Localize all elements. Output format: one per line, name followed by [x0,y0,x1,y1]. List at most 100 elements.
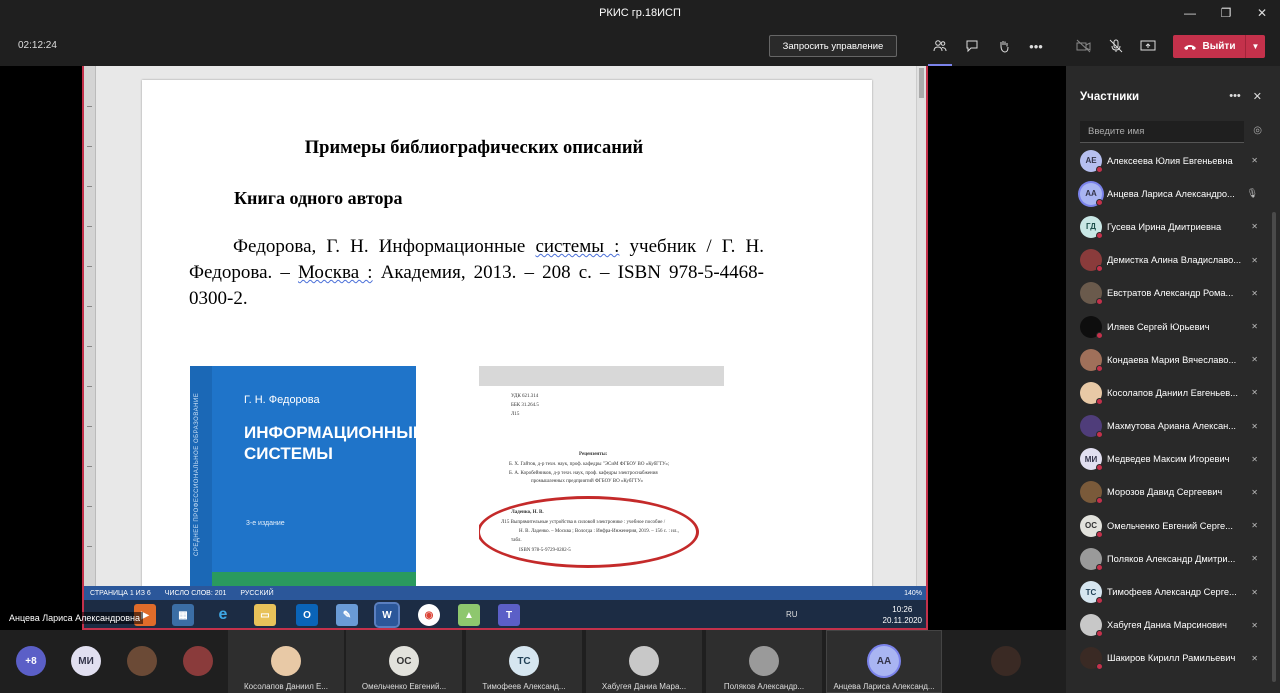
mic-off-icon[interactable]: ✕ [1251,521,1258,530]
more-participants-button[interactable]: +8 [16,646,46,676]
more-icon[interactable]: ••• [1026,36,1046,56]
leave-main[interactable]: Выйти [1173,41,1245,52]
avatar: АЕ [1080,149,1103,173]
chat-icon[interactable] [962,36,982,56]
leave-dropdown-chevron-icon[interactable]: ▼ [1245,35,1265,58]
video-tile[interactable] [182,630,214,693]
photos-icon[interactable]: ▲ [458,604,480,626]
share-icon[interactable] [1138,36,1158,56]
status-badge [1096,530,1103,538]
mic-off-icon[interactable]: ✕ [1251,355,1258,364]
status-badge [1096,364,1103,372]
mic-off-icon[interactable]: ✕ [1251,256,1258,265]
mic-off-icon[interactable]: ✕ [1251,488,1258,497]
panel-close-icon[interactable]: ✕ [1253,90,1262,103]
participant-name: Поляков Александр Дмитри... [1107,553,1236,564]
document-heading: Примеры библиографических описаний [304,138,644,158]
participant-item[interactable]: Шакиров Кирилл Рамильевич ✕ [1066,642,1266,675]
teams-icon[interactable]: T [498,604,520,626]
mic-off-icon[interactable]: ✕ [1251,289,1258,298]
video-gallery: +8 МИ Косолапов Даниил Е... ОС Омельченко Ев… [0,630,1066,693]
status-badge [1096,663,1103,671]
mic-off-icon[interactable]: ✕ [1251,588,1258,597]
participant-item[interactable]: ОС Омельченко Евгений Серге... ✕ [1066,509,1266,542]
mic-off-icon[interactable]: ✕ [1251,322,1258,331]
phone-icon [1183,44,1196,50]
participant-name: Косолапов Даниил Евгеньев... [1107,387,1238,398]
participant-item[interactable]: МИ Медведев Максим Игоревич ✕ [1066,443,1266,476]
mic-off-icon[interactable]: ✕ [1251,455,1258,464]
word-statusbar: СТРАНИЦА 1 ИЗ 6 ЧИСЛО СЛОВ: 201 РУССКИЙ … [84,586,926,600]
avatar: МИ [71,646,101,676]
participant-item[interactable]: Демистка Алина Владиславо... ✕ [1066,244,1266,277]
avatar: МИ [1080,448,1103,472]
document-scrollbar[interactable] [916,66,926,586]
calculator-icon[interactable]: ▦ [172,604,194,626]
mic-off-icon[interactable]: ✕ [1251,388,1258,397]
video-tile[interactable] [946,630,1066,693]
participant-item[interactable]: ТС Тимофеев Александр Серге... ✕ [1066,575,1266,608]
maximize-icon[interactable]: ❐ [1208,0,1244,26]
participant-item[interactable]: Махмутова Ариана Алексан... ✕ [1066,410,1266,443]
video-tile-label: Омельченко Евгений... [361,682,447,691]
participant-list-scrollbar[interactable] [1272,212,1276,682]
mic-on-icon[interactable]: 🎙 [1247,188,1258,199]
raise-hand-icon[interactable] [994,36,1014,56]
participant-name: Анцева Лариса Александро... [1107,188,1235,199]
mic-off-icon[interactable]: ✕ [1251,654,1258,663]
close-icon[interactable]: ✕ [1244,0,1280,26]
camera-off-icon[interactable] [1074,36,1094,56]
participant-item[interactable]: Кондаева Мария Вячеславо... ✕ [1066,343,1266,376]
participant-item[interactable]: Иляев Сергей Юрьевич ✕ [1066,310,1266,343]
participant-item[interactable]: Морозов Давид Сергеевич ✕ [1066,476,1266,509]
keyboard-language[interactable]: RU [786,610,798,619]
video-tile[interactable]: МИ [70,630,102,693]
participant-search-input[interactable]: Введите имя [1080,121,1244,143]
participants-icon[interactable] [928,36,952,66]
mic-off-icon[interactable]: ✕ [1251,156,1258,165]
meeting-timer: 02:12:24 [18,40,57,51]
participant-item[interactable]: Хабугея Даниа Марсинович ✕ [1066,609,1266,642]
mic-off-icon[interactable]: ✕ [1251,554,1258,563]
outlook-icon[interactable]: O [296,604,318,626]
participant-item[interactable]: АА Анцева Лариса Александро... 🎙 [1066,177,1266,210]
participant-name: Омельченко Евгений Серге... [1107,520,1233,531]
video-tile[interactable]: ТС Тимофеев Александ... [466,630,582,693]
avatar [183,646,213,676]
video-tile[interactable]: АА Анцева Лариса Александ... [826,630,942,693]
panel-more-icon[interactable]: ••• [1229,90,1241,103]
view-icon[interactable]: ◎ [1253,125,1262,136]
request-control-button[interactable]: Запросить управление [769,35,897,57]
participant-item[interactable]: Косолапов Даниил Евгеньев... ✕ [1066,376,1266,409]
participant-name: Хабугея Даниа Марсинович [1107,620,1227,631]
video-tile-label: Анцева Лариса Александ... [833,682,935,691]
page-count: СТРАНИЦА 1 ИЗ 6 [90,589,151,597]
mic-off-icon[interactable]: ✕ [1251,621,1258,630]
minimize-icon[interactable]: — [1172,0,1208,26]
word-icon[interactable]: W [374,602,400,628]
title-bar: РКИС гр.18ИСП — ❐ ✕ [0,0,1280,26]
avatar [1080,282,1103,306]
chrome-icon[interactable]: ◉ [418,604,440,626]
video-tile[interactable]: Косолапов Даниил Е... [228,630,344,693]
internet-explorer-icon[interactable]: e [212,604,234,626]
folder-icon[interactable]: ▭ [254,604,276,626]
participant-item[interactable]: АЕ Алексеева Юлия Евгеньевна ✕ [1066,144,1266,177]
video-tile[interactable] [126,630,158,693]
mic-off-icon[interactable] [1106,36,1126,56]
video-tile[interactable]: ОС Омельченко Евгений... [346,630,462,693]
video-tile[interactable]: Хабугея Даниа Мара... [586,630,702,693]
participant-item[interactable]: Поляков Александр Дмитри... ✕ [1066,542,1266,575]
participant-name: Алексеева Юлия Евгеньевна [1107,155,1233,166]
participant-item[interactable]: ГД Гусева Ирина Дмитриевна ✕ [1066,210,1266,243]
book-cover-image: СРЕДНЕЕ ПРОФЕССИОНАЛЬНОЕ ОБРАЗОВАНИЕ Г. … [190,366,424,586]
avatar [271,646,301,676]
leave-button[interactable]: Выйти ▼ [1173,35,1265,58]
video-tile[interactable]: Поляков Александр... [706,630,822,693]
paint-icon[interactable]: ✎ [336,604,358,626]
participant-item[interactable]: Евстратов Александр Рома... ✕ [1066,277,1266,310]
book-series-text: СРЕДНЕЕ ПРОФЕССИОНАЛЬНОЕ ОБРАЗОВАНИЕ [194,392,200,556]
video-tile-label: Косолапов Даниил Е... [244,682,328,691]
mic-off-icon[interactable]: ✕ [1251,422,1258,431]
mic-off-icon[interactable]: ✕ [1251,222,1258,231]
